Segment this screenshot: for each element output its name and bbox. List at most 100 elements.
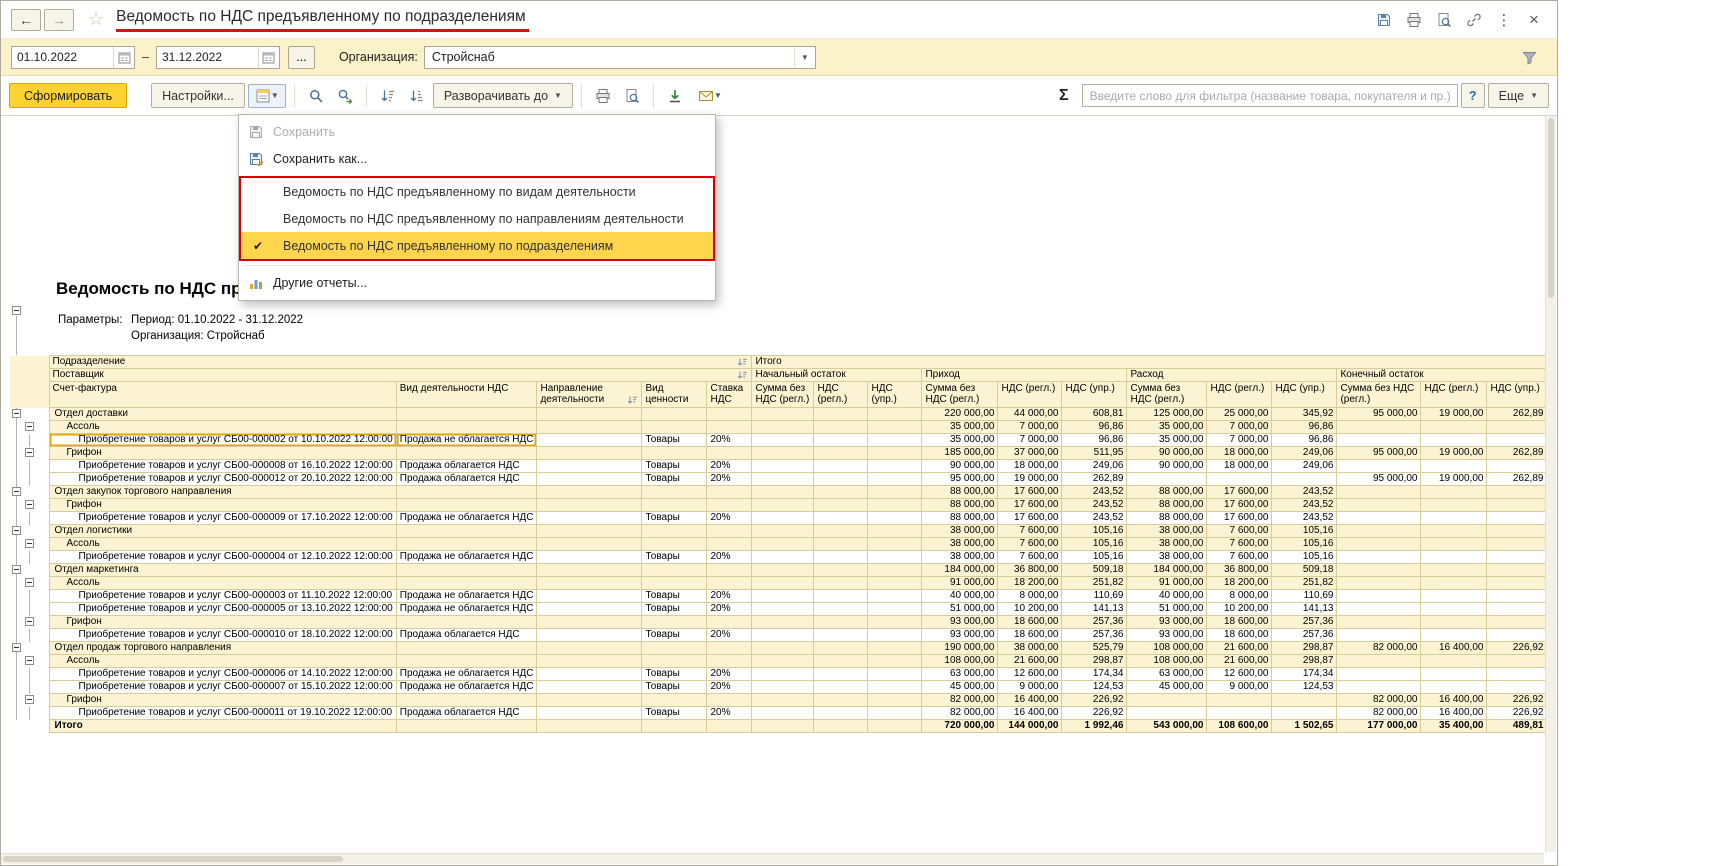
menu-item-variant[interactable]: ✔Ведомость по НДС предъявленному по подр… (241, 232, 713, 259)
sort-asc-icon[interactable] (375, 84, 401, 108)
search-icon[interactable] (303, 84, 329, 108)
group-name-cell[interactable]: Отдел маркетинга (49, 564, 396, 577)
collapse-group-icon[interactable] (25, 448, 34, 457)
more-button[interactable]: Еще ▼ (1488, 83, 1549, 108)
invoice-cell[interactable]: Приобретение товаров и услуг СБ00-000012… (49, 473, 396, 486)
menu-item-other-reports[interactable]: Другие отчеты... (239, 269, 715, 296)
more-vertical-icon[interactable]: ⋮ (1491, 8, 1517, 32)
invoice-cell[interactable]: Приобретение товаров и услуг СБ00-000010… (49, 629, 396, 642)
group-name-cell[interactable]: Грифон (49, 447, 396, 460)
print-icon[interactable] (1401, 8, 1427, 32)
app-window: ← → ☆ Ведомость по НДС предъявленному по… (0, 0, 1558, 866)
collapse-group-icon[interactable] (25, 656, 34, 665)
invoice-cell[interactable]: Приобретение товаров и услуг СБ00-000005… (49, 603, 396, 616)
vid-deyatelnosti-cell[interactable]: Продажа облагается НДС (396, 629, 537, 642)
link-icon[interactable] (1461, 8, 1487, 32)
collapse-group-icon[interactable] (25, 422, 34, 431)
print-icon[interactable] (590, 84, 616, 108)
menu-item-variant[interactable]: Ведомость по НДС предъявленному по напра… (241, 205, 713, 232)
group-name-cell[interactable]: Ассоль (49, 655, 396, 668)
print-preview-icon[interactable] (619, 84, 645, 108)
menu-item-variant[interactable]: Ведомость по НДС предъявленному по видам… (241, 178, 713, 205)
group-name-cell[interactable]: Отдел доставки (49, 408, 396, 421)
collapse-group-icon[interactable] (12, 526, 21, 535)
invoice-cell[interactable]: Приобретение товаров и услуг СБ00-000011… (49, 707, 396, 720)
group-name-cell[interactable]: Ассоль (49, 538, 396, 551)
sort-desc-icon[interactable] (404, 84, 430, 108)
collapse-group-icon[interactable] (12, 565, 21, 574)
vid-deyatelnosti-cell[interactable]: Продажа не облагается НДС (396, 551, 537, 564)
date-from-input[interactable] (12, 50, 113, 64)
expand-to-button[interactable]: Разворачивать до ▼ (433, 83, 573, 108)
print-preview-icon[interactable] (1431, 8, 1457, 32)
scrollbar-thumb[interactable] (3, 856, 343, 862)
help-button[interactable]: ? (1461, 83, 1485, 108)
save-to-file-icon[interactable] (662, 84, 688, 108)
header-column[interactable]: Направление деятельности (537, 382, 642, 408)
vid-deyatelnosti-cell[interactable]: Продажа не облагается НДС (396, 681, 537, 694)
vid-deyatelnosti-cell[interactable]: Продажа не облагается НДС (396, 434, 537, 447)
invoice-cell[interactable]: Приобретение товаров и услуг СБ00-000004… (49, 551, 396, 564)
send-email-icon[interactable]: ▼ (691, 84, 729, 108)
date-from-field[interactable] (11, 46, 135, 69)
close-icon[interactable]: × (1521, 8, 1547, 32)
vid-deyatelnosti-cell[interactable]: Продажа не облагается НДС (396, 603, 537, 616)
collapse-group-icon[interactable] (25, 539, 34, 548)
collapse-group-icon[interactable] (25, 578, 34, 587)
vid-deyatelnosti-cell[interactable]: Продажа не облагается НДС (396, 590, 537, 603)
date-to-input[interactable] (157, 50, 258, 64)
group-name-cell[interactable]: Грифон (49, 616, 396, 629)
settings-button[interactable]: Настройки... (151, 83, 245, 108)
save-icon[interactable] (1371, 8, 1397, 32)
forward-button[interactable]: → (44, 9, 74, 31)
date-to-field[interactable] (156, 46, 280, 69)
report-variants-button[interactable]: ▼ (248, 84, 286, 108)
calendar-icon[interactable] (113, 47, 134, 68)
value-cell: 10 200,00 (1207, 603, 1272, 616)
collapse-group-icon[interactable] (12, 409, 21, 418)
invoice-cell[interactable]: Приобретение товаров и услуг СБ00-000006… (49, 668, 396, 681)
invoice-cell[interactable]: Приобретение товаров и услуг СБ00-000002… (49, 434, 396, 447)
sum-icon[interactable]: Σ (1059, 87, 1069, 105)
invoice-cell[interactable]: Приобретение товаров и услуг СБ00-000003… (49, 590, 396, 603)
group-name-cell[interactable]: Ассоль (49, 577, 396, 590)
quick-filter-input[interactable] (1082, 84, 1458, 107)
invoice-cell[interactable]: Приобретение товаров и услуг СБ00-000009… (49, 512, 396, 525)
group-name-cell[interactable]: Отдел закупок торгового направления (49, 486, 396, 499)
vid-deyatelnosti-cell[interactable]: Продажа облагается НДС (396, 460, 537, 473)
vid-deyatelnosti-cell[interactable]: Продажа облагается НДС (396, 473, 537, 486)
period-options-button[interactable]: ... (288, 46, 315, 69)
generate-button[interactable]: Сформировать (9, 83, 127, 108)
vid-deyatelnosti-cell[interactable]: Продажа не облагается НДС (396, 512, 537, 525)
header-podrazdelenie[interactable]: Подразделение (49, 356, 752, 369)
value-cell: 7 600,00 (1207, 538, 1272, 551)
vid-deyatelnosti-cell[interactable]: Продажа не облагается НДС (396, 668, 537, 681)
scrollbar-thumb[interactable] (1548, 118, 1554, 298)
group-name-cell[interactable]: Ассоль (49, 421, 396, 434)
calendar-icon[interactable] (258, 47, 279, 68)
invoice-cell[interactable]: Приобретение товаров и услуг СБ00-000007… (49, 681, 396, 694)
back-button[interactable]: ← (11, 9, 41, 31)
vertical-scrollbar[interactable] (1545, 116, 1556, 852)
vid-deyatelnosti-cell[interactable]: Продажа облагается НДС (396, 707, 537, 720)
search-next-icon[interactable] (332, 84, 358, 108)
collapse-group-icon[interactable] (25, 500, 34, 509)
group-name-cell[interactable]: Отдел логистики (49, 525, 396, 538)
menu-item-save-as[interactable]: Сохранить как... (239, 145, 715, 172)
filter-funnel-icon[interactable] (1522, 50, 1537, 65)
group-name-cell[interactable]: Грифон (49, 694, 396, 707)
collapse-group-icon[interactable] (12, 643, 21, 652)
favorite-star-icon[interactable]: ☆ (88, 9, 104, 30)
group-name-cell[interactable]: Грифон (49, 499, 396, 512)
group-name-cell[interactable]: Отдел продаж торгового направления (49, 642, 396, 655)
collapse-group-icon[interactable] (25, 695, 34, 704)
invoice-cell[interactable]: Приобретение товаров и услуг СБ00-000008… (49, 460, 396, 473)
organization-combo[interactable]: Стройснаб ▼ (424, 46, 816, 69)
chevron-down-icon[interactable]: ▼ (794, 47, 815, 68)
collapse-report-icon[interactable] (12, 306, 21, 315)
collapse-group-icon[interactable] (25, 617, 34, 626)
total-row-label[interactable]: Итого (49, 720, 396, 733)
horizontal-scrollbar[interactable] (1, 853, 1544, 864)
header-postavshchik[interactable]: Поставщик (49, 369, 752, 382)
collapse-group-icon[interactable] (12, 487, 21, 496)
